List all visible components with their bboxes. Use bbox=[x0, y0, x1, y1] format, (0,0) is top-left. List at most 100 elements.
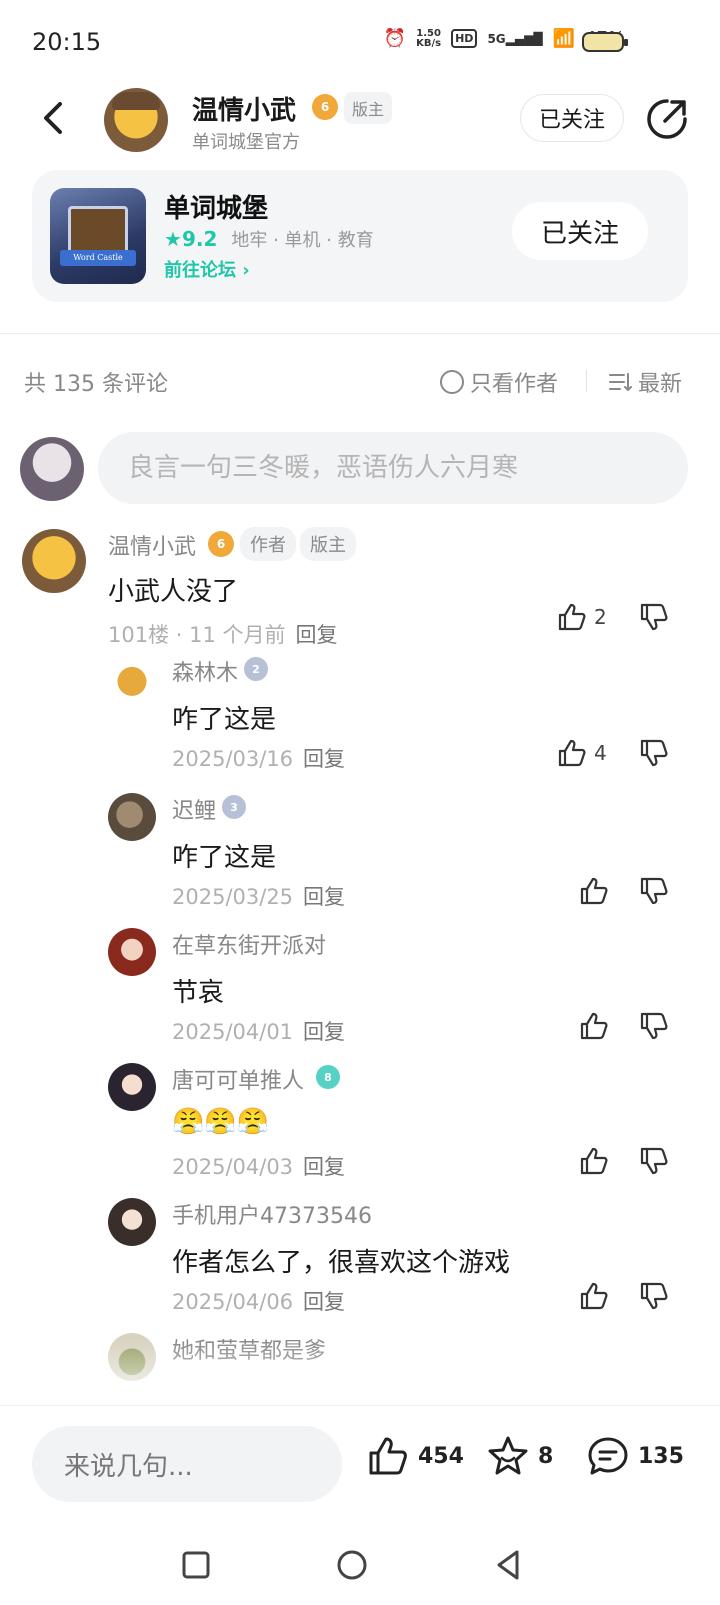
reply-text: 节哀 bbox=[172, 978, 225, 1008]
say-something-input[interactable]: 来说几句... bbox=[32, 1426, 342, 1502]
level-badge: 6 bbox=[208, 531, 234, 557]
thumb-up-icon[interactable] bbox=[578, 875, 610, 907]
reply-item: 唐可可单推人 8 😤😤😤 2025/04/03 回复 bbox=[0, 1063, 720, 1201]
thumb-down-icon[interactable] bbox=[638, 875, 670, 907]
wifi-icon: 📶 bbox=[552, 28, 575, 49]
thumb-down-icon[interactable] bbox=[638, 1280, 670, 1312]
scroll-fade bbox=[0, 1340, 720, 1404]
level-badge: 3 bbox=[222, 795, 246, 819]
author-name[interactable]: 温情小武 bbox=[192, 90, 296, 127]
follow-author-button[interactable]: 已关注 bbox=[520, 94, 624, 142]
reply-text: 咋了这是 bbox=[172, 705, 277, 735]
reply-date: 2025/04/01 bbox=[172, 1020, 294, 1044]
net-speed-unit: KB/s bbox=[416, 37, 442, 49]
thumb-up-icon bbox=[558, 603, 586, 631]
commenter-name[interactable]: 温情小武 bbox=[108, 529, 196, 561]
level-badge: 8 bbox=[316, 1065, 340, 1089]
thumb-up-icon[interactable] bbox=[578, 1010, 610, 1042]
comments-header: 共 135 条评论 只看作者 最新 bbox=[0, 362, 720, 402]
reply-item: 手机用户47373546 作者怎么了，很喜欢这个游戏 2025/04/06 回复 bbox=[0, 1198, 720, 1336]
reply-button[interactable]: 回复 bbox=[303, 885, 345, 909]
level-badge: 6 bbox=[312, 94, 338, 120]
reply-name[interactable]: 森林木 bbox=[172, 655, 238, 687]
reply-button[interactable]: 回复 bbox=[303, 1155, 345, 1179]
comment-count: 共 135 条评论 bbox=[24, 372, 168, 397]
reply-button[interactable]: 回复 bbox=[303, 747, 345, 771]
reply-button[interactable]: 回复 bbox=[296, 623, 338, 647]
share-icon[interactable] bbox=[644, 96, 690, 142]
castle-shape bbox=[68, 206, 128, 254]
reply-avatar[interactable] bbox=[108, 793, 156, 841]
like-button[interactable]: 2 bbox=[556, 601, 607, 633]
thumb-down-icon[interactable] bbox=[638, 737, 670, 769]
reply-item: 在草东街开派对 节哀 2025/04/01 回复 bbox=[0, 928, 720, 1066]
square-icon[interactable] bbox=[178, 1547, 214, 1583]
net-speed: 1.50 KB/s bbox=[416, 28, 442, 49]
reply-date: 2025/03/16 bbox=[172, 747, 294, 771]
sort-icon bbox=[609, 373, 632, 392]
reply-avatar[interactable] bbox=[108, 1198, 156, 1246]
follow-game-button[interactable]: 已关注 bbox=[512, 202, 648, 260]
post-comment-count: 135 bbox=[638, 1443, 684, 1469]
game-icon[interactable]: Word Castle bbox=[50, 188, 146, 284]
circle-home-icon[interactable] bbox=[334, 1547, 370, 1583]
circle-icon bbox=[440, 370, 464, 394]
reply-text: 咋了这是 bbox=[172, 843, 277, 873]
reply-name[interactable]: 手机用户47373546 bbox=[172, 1198, 372, 1230]
alarm-icon: ⏰ bbox=[383, 28, 407, 49]
status-bar: 20:15 ⏰ 1.50 KB/s HD 5G▂▄▆█ 📶 47% bbox=[0, 0, 720, 80]
reply-meta: 2025/04/03 回复 bbox=[172, 1151, 345, 1181]
forum-link[interactable]: 前往论坛 › bbox=[164, 256, 250, 282]
star-icon: ★ bbox=[164, 227, 182, 251]
comment-input[interactable] bbox=[98, 432, 688, 504]
reply-text: 😤😤😤 bbox=[172, 1107, 270, 1137]
reply-button[interactable]: 回复 bbox=[303, 1020, 345, 1044]
thumb-up-icon[interactable] bbox=[578, 1280, 610, 1312]
game-card[interactable]: Word Castle 单词城堡 ★9.2 地牢 · 单机 · 教育 前往论坛 … bbox=[32, 170, 688, 302]
author-only-toggle[interactable]: 只看作者 bbox=[440, 366, 558, 398]
reply-meta: 2025/03/25 回复 bbox=[172, 881, 345, 911]
author-avatar[interactable] bbox=[104, 88, 168, 152]
reply-meta: 2025/03/16 回复 bbox=[172, 743, 345, 773]
game-meta: ★9.2 地牢 · 单机 · 教育 bbox=[164, 226, 374, 252]
level-badge: 2 bbox=[244, 657, 268, 681]
reply-avatar[interactable] bbox=[108, 655, 156, 703]
favorite-button[interactable]: 8 bbox=[486, 1434, 553, 1478]
reply-name[interactable]: 唐可可单推人 bbox=[172, 1063, 304, 1095]
thumb-up-icon bbox=[558, 739, 586, 767]
like-count: 4 bbox=[594, 741, 607, 765]
game-title[interactable]: 单词城堡 bbox=[164, 188, 268, 225]
like-button[interactable]: 4 bbox=[556, 737, 607, 769]
reply-avatar[interactable] bbox=[108, 1063, 156, 1111]
comment-button[interactable]: 135 bbox=[586, 1434, 684, 1478]
rating-value: 9.2 bbox=[181, 227, 218, 251]
author-only-label: 只看作者 bbox=[470, 372, 559, 397]
game-icon-caption: Word Castle bbox=[60, 250, 136, 266]
reply-date: 2025/04/06 bbox=[172, 1290, 294, 1314]
reply-name[interactable]: 在草东街开派对 bbox=[172, 928, 326, 960]
reply-avatar[interactable] bbox=[108, 928, 156, 976]
triangle-back-icon[interactable] bbox=[490, 1547, 526, 1583]
comment-meta: 101楼 · 11 个月前 回复 bbox=[108, 619, 338, 649]
thumb-down-icon[interactable] bbox=[638, 601, 670, 633]
like-post-button[interactable]: 454 bbox=[366, 1434, 464, 1478]
forum-link-label: 前往论坛 bbox=[164, 260, 236, 281]
reply-button[interactable]: 回复 bbox=[303, 1290, 345, 1314]
battery-icon bbox=[582, 32, 628, 52]
reply-name[interactable]: 迟鲤 bbox=[172, 793, 216, 825]
star-outline-icon bbox=[488, 1436, 528, 1475]
sort-button[interactable]: 最新 bbox=[608, 366, 682, 398]
thumb-up-icon bbox=[369, 1437, 407, 1475]
author-tag: 作者 bbox=[240, 527, 296, 561]
commenter-avatar[interactable] bbox=[22, 529, 86, 593]
system-nav-bar bbox=[0, 1525, 720, 1605]
thumb-up-icon[interactable] bbox=[578, 1145, 610, 1177]
favorite-count: 8 bbox=[538, 1443, 554, 1469]
back-icon[interactable] bbox=[34, 98, 74, 138]
reply-meta: 2025/04/06 回复 bbox=[172, 1286, 345, 1316]
thumb-down-icon[interactable] bbox=[638, 1010, 670, 1042]
reply-text: 作者怎么了，很喜欢这个游戏 bbox=[172, 1248, 511, 1278]
thumb-down-icon[interactable] bbox=[638, 1145, 670, 1177]
reply-item: 森林木 2 咋了这是 2025/03/16 回复 4 bbox=[0, 655, 720, 793]
reply-meta: 2025/04/01 回复 bbox=[172, 1016, 345, 1046]
